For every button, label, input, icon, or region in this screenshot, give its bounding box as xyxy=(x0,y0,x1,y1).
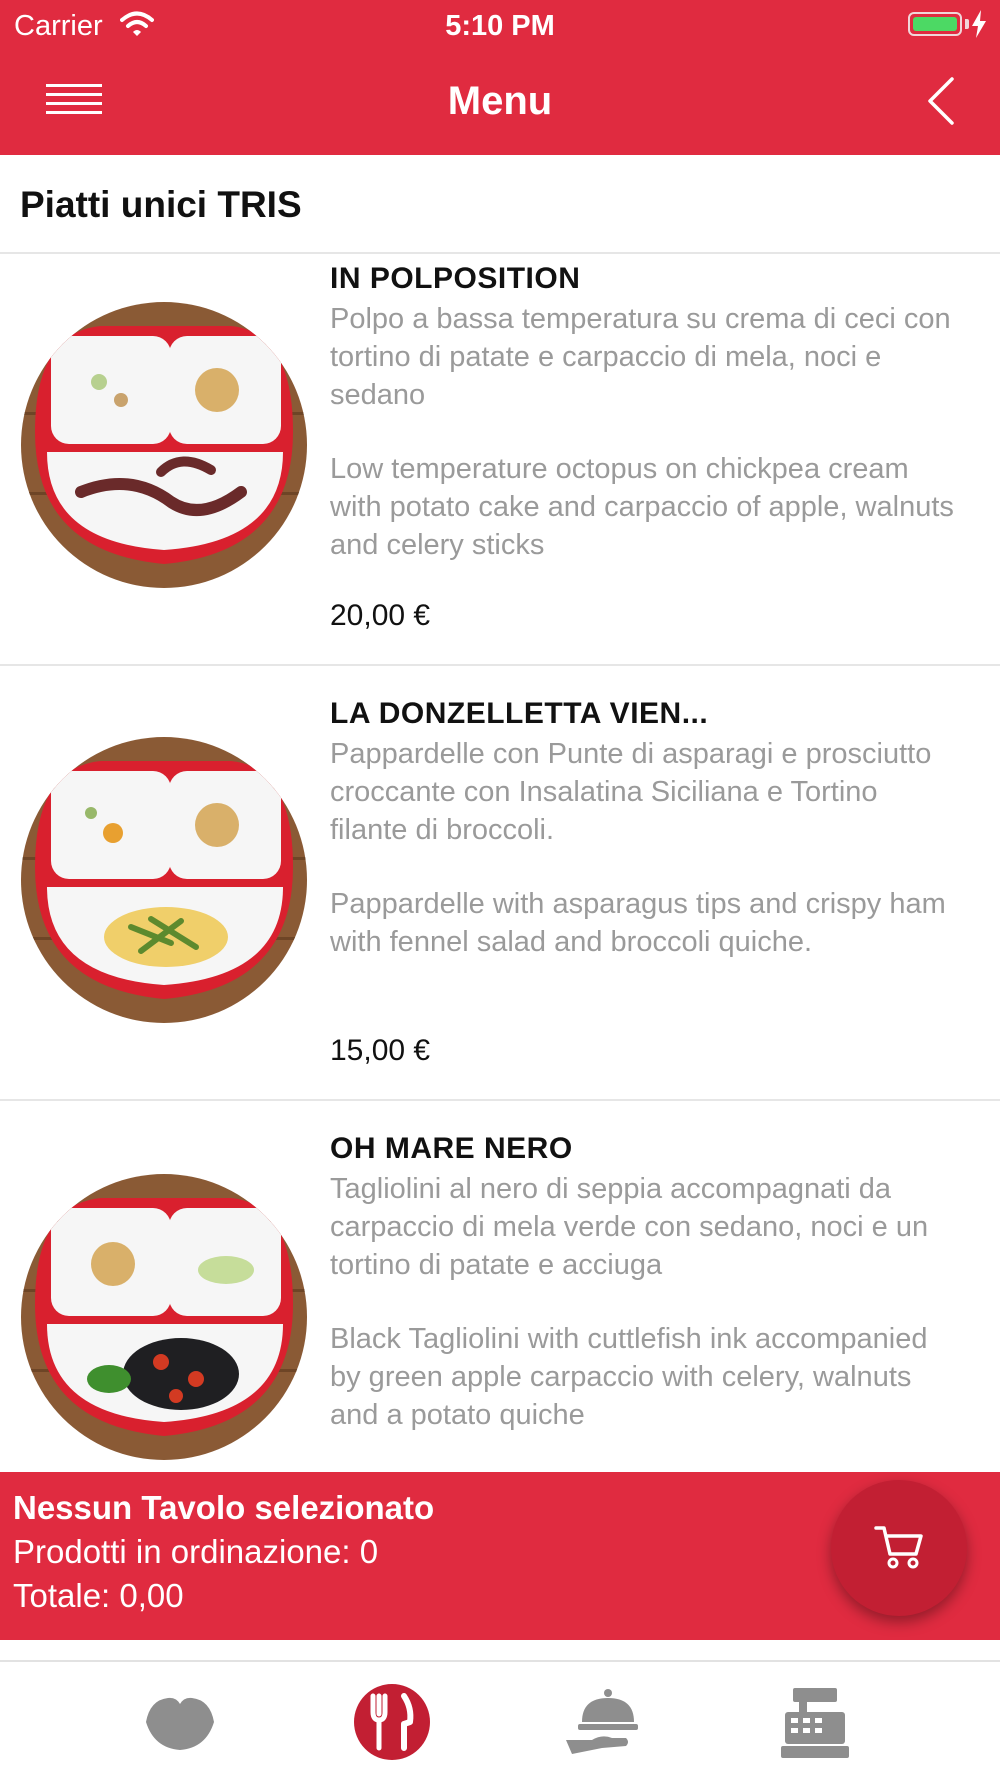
divider xyxy=(0,252,1000,254)
table-status: Nessun Tavolo selezionato xyxy=(13,1489,435,1526)
back-chevron-icon[interactable] xyxy=(926,76,956,126)
dish-image xyxy=(21,302,307,588)
dish-image xyxy=(21,737,307,1023)
charging-bolt-icon xyxy=(972,10,986,38)
item-name: OH MARE NERO xyxy=(330,1132,573,1165)
divider xyxy=(0,1099,1000,1101)
item-price: 20,00 € xyxy=(330,599,431,632)
tab-bar xyxy=(0,1660,1000,1778)
cutlery-icon[interactable] xyxy=(352,1682,432,1762)
category-title: Piatti unici TRIS xyxy=(20,184,302,225)
item-description-en: Black Tagliolini with cuttlefish ink acc… xyxy=(330,1323,928,1431)
item-name: LA DONZELLETTA VIEN... xyxy=(330,697,709,730)
item-description-it: Pappardelle con Punte di asparagi e pros… xyxy=(330,738,932,846)
page-title: Menu xyxy=(447,79,553,123)
cart-button[interactable] xyxy=(831,1480,967,1616)
battery-icon xyxy=(908,12,962,36)
cart-icon xyxy=(874,1526,923,1569)
battery-tip xyxy=(965,19,969,29)
menu-item[interactable]: IN POLPOSITION Polpo a bassa temperatura… xyxy=(0,262,1000,662)
item-description-en: Pappardelle with asparagus tips and cris… xyxy=(330,888,946,958)
item-price: 15,00 € xyxy=(330,1034,431,1067)
dish-image xyxy=(21,1174,307,1460)
app-header: Carrier 5:10 PM Menu xyxy=(0,0,1000,155)
item-name: IN POLPOSITION xyxy=(330,262,581,295)
menu-item[interactable]: LA DONZELLETTA VIEN... Pappardelle con P… xyxy=(0,697,1000,1097)
menu-item[interactable]: OH MARE NERO Tagliolini al nero di seppi… xyxy=(0,1132,1000,1472)
item-description-en: Low temperature octopus on chickpea crea… xyxy=(330,453,954,561)
status-bar: Carrier 5:10 PM xyxy=(0,0,1000,50)
waiter-cloche-icon[interactable] xyxy=(562,1682,642,1762)
item-description-it: Tagliolini al nero di seppia accompagnat… xyxy=(330,1173,929,1281)
divider xyxy=(0,664,1000,666)
status-time: 5:10 PM xyxy=(445,10,555,42)
item-description-it: Polpo a bassa temperatura su crema di ce… xyxy=(330,303,951,411)
cash-register-icon[interactable] xyxy=(775,1682,855,1762)
order-total: Totale: 0,00 xyxy=(13,1577,184,1614)
lips-icon[interactable] xyxy=(140,1682,220,1762)
products-count: Prodotti in ordinazione: 0 xyxy=(13,1533,379,1570)
